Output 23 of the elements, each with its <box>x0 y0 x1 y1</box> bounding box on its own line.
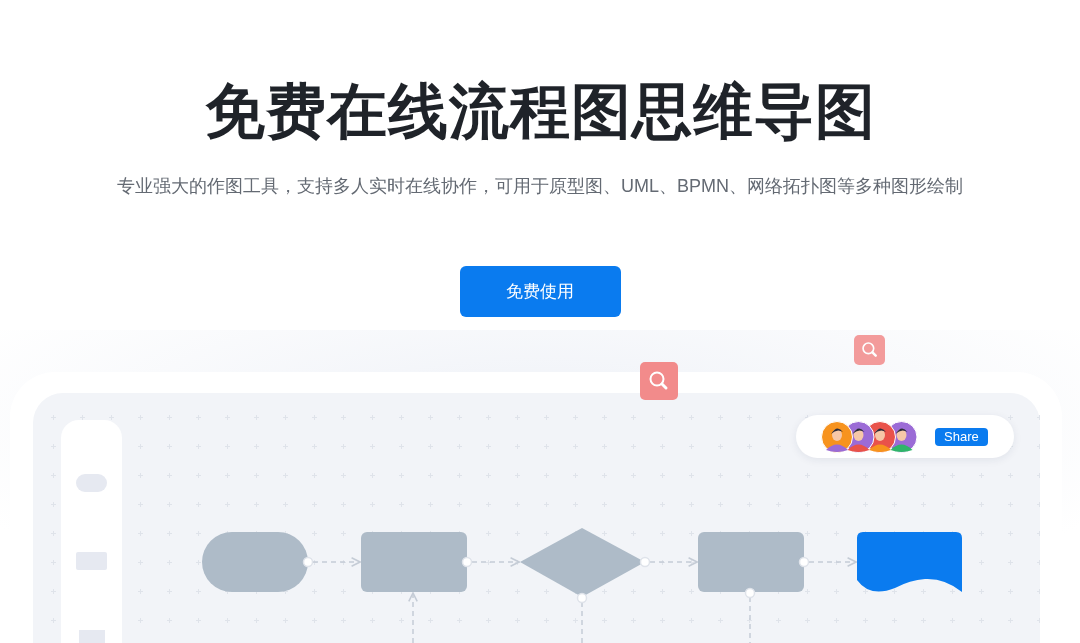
search-icon <box>648 370 670 392</box>
connection-point[interactable] <box>302 556 314 568</box>
free-use-button[interactable]: 免费使用 <box>459 266 621 317</box>
rectangle-tool-icon[interactable] <box>76 552 107 570</box>
hero-title: 免费在线流程图思维导图 <box>203 77 877 147</box>
connection-point[interactable] <box>744 587 756 599</box>
connector-arrow <box>408 592 418 643</box>
connector-arrow <box>808 557 857 567</box>
hero-subtitle: 专业强大的作图工具，支持多人实时在线协作，可用于原型图、UML、BPMN、网络拓扑图等多种图形绘制 <box>116 175 964 198</box>
connector-arrow <box>649 557 698 567</box>
search-button[interactable] <box>640 362 678 400</box>
connection-point[interactable] <box>576 592 588 604</box>
connection-point[interactable] <box>798 556 810 568</box>
share-button[interactable]: Share <box>935 427 988 446</box>
connector-line <box>749 596 751 643</box>
search-button[interactable] <box>854 335 885 365</box>
search-icon <box>860 341 879 359</box>
connection-point[interactable] <box>461 556 473 568</box>
connector-line <box>581 601 583 643</box>
connector-arrow <box>312 557 361 567</box>
connection-point[interactable] <box>639 556 651 568</box>
connector-arrow <box>471 557 520 567</box>
rectangle-tool-icon[interactable] <box>79 630 105 643</box>
